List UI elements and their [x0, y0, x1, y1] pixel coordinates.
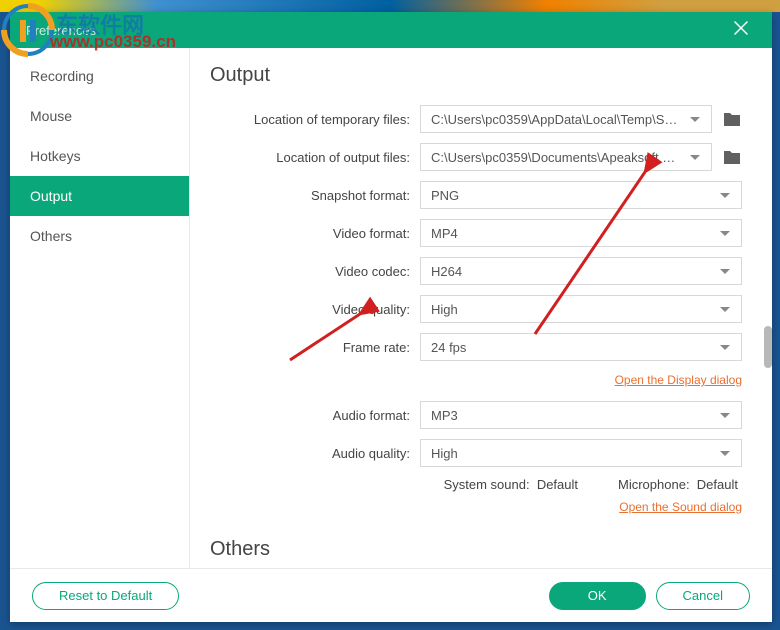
close-icon[interactable]	[726, 17, 756, 44]
sidebar-item-label: Mouse	[30, 108, 72, 124]
video-codec-label: Video codec:	[210, 264, 410, 279]
snapshot-format-select[interactable]: PNG	[420, 181, 742, 209]
chevron-down-icon	[719, 446, 731, 461]
open-sound-dialog-link[interactable]: Open the Sound dialog	[619, 500, 742, 514]
chevron-down-icon	[719, 264, 731, 279]
sidebar: Recording Mouse Hotkeys Output Others	[10, 48, 190, 568]
chevron-down-icon	[719, 302, 731, 317]
video-quality-label: Video quality:	[210, 302, 410, 317]
output-files-label: Location of output files:	[210, 150, 410, 165]
scrollbar-thumb[interactable]	[764, 326, 772, 368]
open-display-dialog-link[interactable]: Open the Display dialog	[615, 373, 742, 387]
frame-rate-value: 24 fps	[431, 340, 466, 355]
chevron-down-icon	[719, 408, 731, 423]
chevron-down-icon	[719, 226, 731, 241]
preferences-window: Preferences Recording Mouse Hotkeys Outp…	[10, 12, 772, 622]
sidebar-item-recording[interactable]: Recording	[10, 56, 189, 96]
chevron-down-icon	[719, 188, 731, 203]
sidebar-item-hotkeys[interactable]: Hotkeys	[10, 136, 189, 176]
snapshot-format-value: PNG	[431, 188, 459, 203]
temp-files-select[interactable]: C:\Users\pc0359\AppData\Local\Temp\Scree…	[420, 105, 712, 133]
content-panel: Output Location of temporary files: C:\U…	[190, 48, 772, 568]
audio-format-select[interactable]: MP3	[420, 401, 742, 429]
chevron-down-icon	[689, 150, 701, 165]
audio-format-label: Audio format:	[210, 408, 410, 423]
section-title-output: Output	[210, 64, 742, 87]
system-sound-readout: System sound: Default	[444, 477, 578, 492]
frame-rate-select[interactable]: 24 fps	[420, 333, 742, 361]
video-format-select[interactable]: MP4	[420, 219, 742, 247]
sidebar-item-label: Output	[30, 188, 72, 204]
window-title: Preferences	[26, 23, 96, 38]
chevron-down-icon	[689, 112, 701, 127]
audio-format-value: MP3	[431, 408, 458, 423]
audio-quality-value: High	[431, 446, 458, 461]
video-format-value: MP4	[431, 226, 458, 241]
sidebar-item-label: Others	[30, 228, 72, 244]
sidebar-item-output[interactable]: Output	[10, 176, 189, 216]
video-codec-value: H264	[431, 264, 462, 279]
video-quality-select[interactable]: High	[420, 295, 742, 323]
sidebar-item-label: Recording	[30, 68, 94, 84]
ok-button[interactable]: OK	[549, 582, 646, 610]
section-title-others: Others	[210, 538, 742, 561]
folder-icon[interactable]	[722, 110, 742, 128]
titlebar: Preferences	[10, 12, 772, 48]
cancel-button[interactable]: Cancel	[656, 582, 750, 610]
snapshot-format-label: Snapshot format:	[210, 188, 410, 203]
footer: Reset to Default OK Cancel	[10, 568, 772, 622]
sidebar-item-label: Hotkeys	[30, 148, 81, 164]
video-format-label: Video format:	[210, 226, 410, 241]
video-codec-select[interactable]: H264	[420, 257, 742, 285]
frame-rate-label: Frame rate:	[210, 340, 410, 355]
audio-quality-select[interactable]: High	[420, 439, 742, 467]
chevron-down-icon	[719, 340, 731, 355]
sidebar-item-others[interactable]: Others	[10, 216, 189, 256]
temp-files-label: Location of temporary files:	[210, 112, 410, 127]
microphone-readout: Microphone: Default	[618, 477, 738, 492]
reset-to-default-button[interactable]: Reset to Default	[32, 582, 179, 610]
temp-files-value: C:\Users\pc0359\AppData\Local\Temp\Scree…	[431, 112, 683, 127]
output-files-select[interactable]: C:\Users\pc0359\Documents\Apeaksoft Stud…	[420, 143, 712, 171]
folder-icon[interactable]	[722, 148, 742, 166]
sidebar-item-mouse[interactable]: Mouse	[10, 96, 189, 136]
video-quality-value: High	[431, 302, 458, 317]
output-files-value: C:\Users\pc0359\Documents\Apeaksoft Stud…	[431, 150, 683, 165]
audio-quality-label: Audio quality:	[210, 446, 410, 461]
